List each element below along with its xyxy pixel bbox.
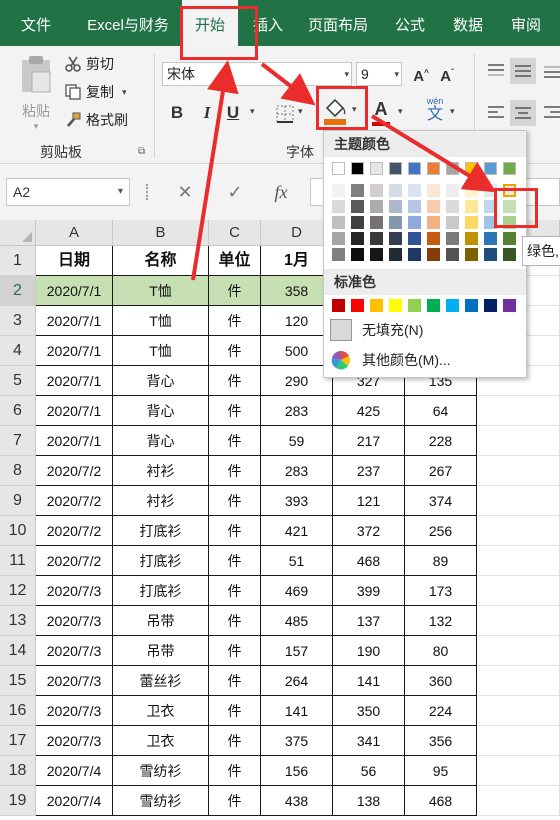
annotation-arrows (191, 60, 497, 281)
arrow-to-home-tab (191, 60, 239, 281)
arrow-to-fill-button (260, 62, 316, 106)
arrow-to-green-swatch (370, 114, 497, 193)
